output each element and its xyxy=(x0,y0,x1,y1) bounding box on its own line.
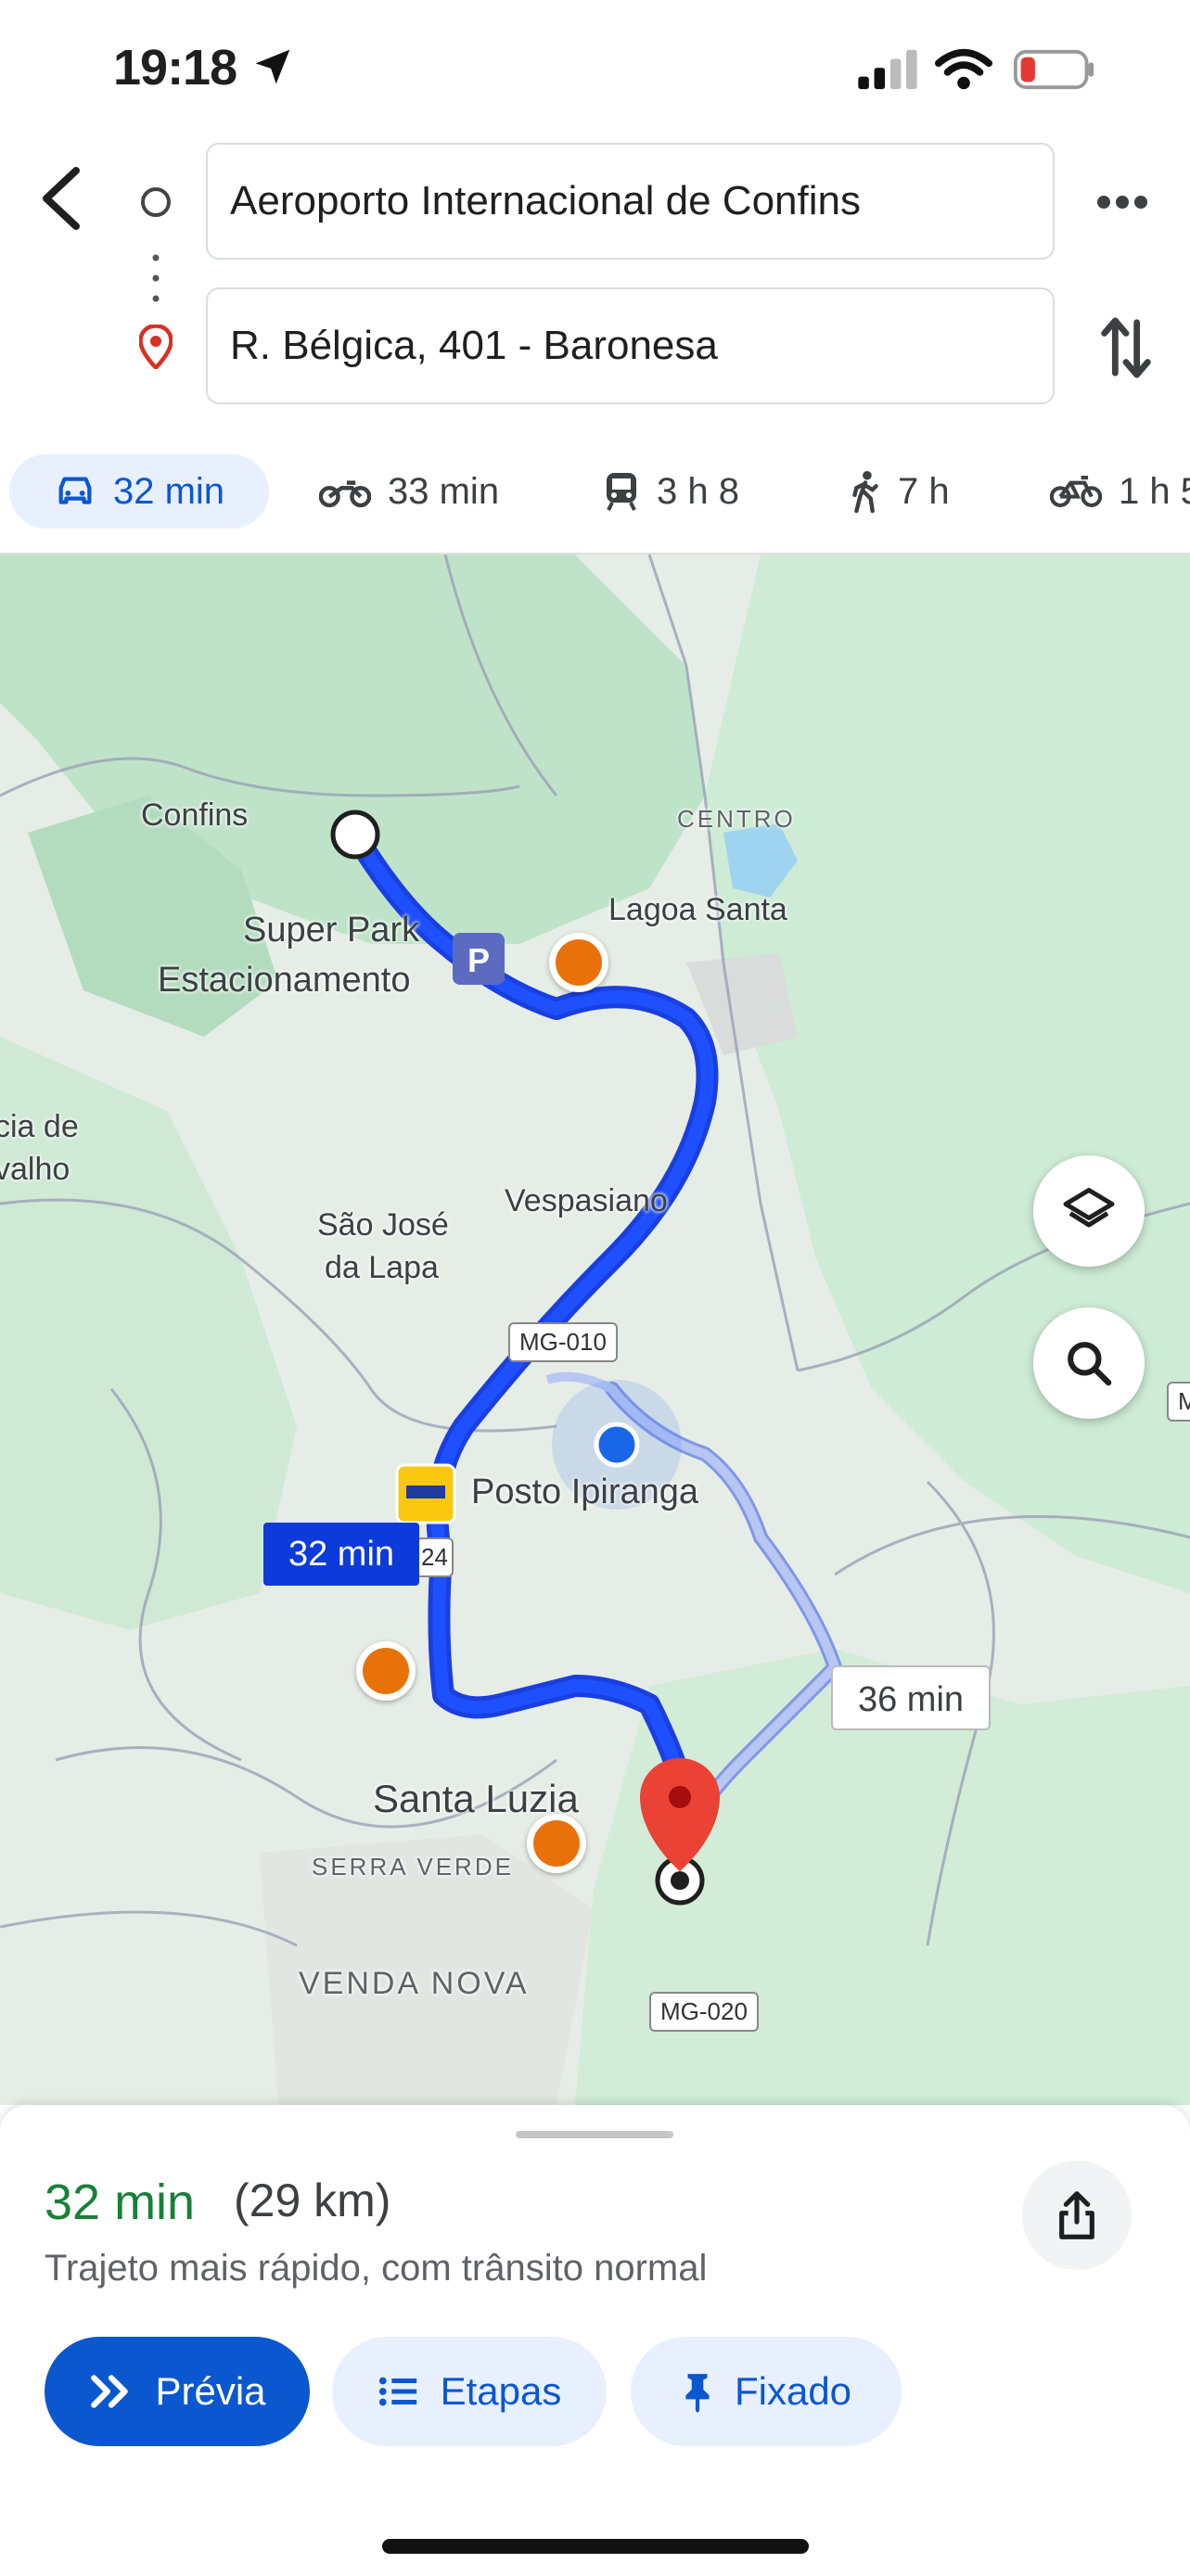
search-icon xyxy=(1068,1342,1112,1386)
mode-tab-label: 1 h 5 xyxy=(1119,470,1190,512)
bike-icon xyxy=(1050,476,1102,507)
walk-icon xyxy=(852,470,878,513)
summary-distance: (29 km) xyxy=(234,2174,391,2226)
mode-tab-label: 33 min xyxy=(388,470,500,512)
list-icon xyxy=(378,2377,416,2406)
steps-label: Etapas xyxy=(440,2369,562,2413)
map-label-left-edge: valho xyxy=(0,1152,70,1187)
road-shield-mg020: MG-020 xyxy=(649,1992,759,2032)
transit-icon xyxy=(607,473,636,511)
mode-tab-label: 3 h 8 xyxy=(657,470,739,512)
pinned-label: Fixado xyxy=(734,2369,852,2413)
layers-button[interactable] xyxy=(1033,1155,1145,1267)
pin-icon xyxy=(685,2374,710,2413)
double-chevron-right-icon xyxy=(91,2375,129,2408)
mode-tab-label: 32 min xyxy=(112,470,225,512)
speed-camera-icon[interactable] xyxy=(549,933,608,992)
summary-duration: 32 min xyxy=(45,2174,196,2230)
origin-marker-icon xyxy=(141,187,171,217)
home-indicator[interactable] xyxy=(382,2539,809,2554)
destination-field[interactable]: R. Bélgica, 401 - Baronesa xyxy=(206,287,1055,404)
mode-tab-walk[interactable]: 7 h xyxy=(850,454,950,529)
mode-tab-bike[interactable]: 1 h 5 xyxy=(1050,454,1190,529)
map-view[interactable]: P Confins CENTRO Lagoa Santa Super Park … xyxy=(0,555,1190,2105)
route-time-primary[interactable]: 32 min xyxy=(263,1523,419,1586)
route-time-alternate[interactable]: 36 min xyxy=(831,1665,991,1730)
back-arrow-icon[interactable] xyxy=(35,165,83,232)
map-label-serra-verde: SERRA VERDE xyxy=(312,1853,514,1881)
search-along-route-button[interactable] xyxy=(1033,1307,1145,1419)
route-connector-dots xyxy=(152,254,160,302)
preview-button[interactable]: Prévia xyxy=(45,2337,310,2446)
location-arrow-icon xyxy=(255,49,290,84)
mode-tab-label: 7 h xyxy=(898,470,950,512)
origin-field[interactable]: Aeroporto Internacional de Confins xyxy=(206,143,1055,260)
cellular-signal-icon xyxy=(858,49,917,90)
map-label-santa-luzia: Santa Luzia xyxy=(373,1777,579,1820)
map-label-venda-nova: VENDA NOVA xyxy=(299,1966,530,2001)
speed-camera-icon[interactable] xyxy=(356,1641,416,1701)
map-label-estacionamento: Estacionamento xyxy=(158,961,411,1000)
steps-button[interactable]: Etapas xyxy=(332,2337,607,2446)
speed-camera-icon[interactable] xyxy=(527,1814,586,1873)
map-label-left-edge: cia de xyxy=(0,1109,79,1144)
mode-tab-motorcycle[interactable]: 33 min xyxy=(319,454,499,529)
car-icon xyxy=(58,477,92,504)
map-label-sao-jose: São José xyxy=(317,1207,449,1243)
map-label-da-lapa: da Lapa xyxy=(325,1250,439,1285)
swap-directions-icon[interactable] xyxy=(1100,315,1152,380)
preview-label: Prévia xyxy=(155,2369,266,2413)
mode-tab-transit[interactable]: 3 h 8 xyxy=(603,454,739,529)
status-time: 19:18 xyxy=(113,40,237,96)
map-label-super-park: Super Park xyxy=(243,911,420,950)
more-options-icon[interactable] xyxy=(1094,182,1150,223)
summary-description: Trajeto mais rápido, com trânsito normal xyxy=(45,2248,708,2289)
battery-low-icon xyxy=(1013,49,1094,90)
road-shield-edge: M xyxy=(1167,1382,1190,1422)
destination-pin-icon xyxy=(139,325,173,369)
layers-icon xyxy=(1063,1188,1115,1228)
map-label-vespasiano: Vespasiano xyxy=(505,1183,668,1218)
mode-tab-car[interactable]: 32 min xyxy=(9,454,269,529)
map-label-lagoa-santa: Lagoa Santa xyxy=(608,892,787,927)
map-label-centro: CENTRO xyxy=(677,805,796,833)
map-label-posto-ipiranga: Posto Ipiranga xyxy=(471,1473,699,1511)
map-label-confins: Confins xyxy=(141,797,249,833)
road-shield-mg010: MG-010 xyxy=(508,1322,618,1362)
share-icon xyxy=(1059,2191,1094,2239)
pinned-button[interactable]: Fixado xyxy=(631,2337,902,2446)
motorcycle-icon xyxy=(319,480,371,508)
svg-text:P: P xyxy=(467,941,490,979)
wifi-icon xyxy=(935,48,992,90)
sheet-drag-handle[interactable] xyxy=(516,2131,673,2138)
share-button[interactable] xyxy=(1022,2161,1132,2270)
road-shield-24: 24 xyxy=(416,1537,454,1577)
